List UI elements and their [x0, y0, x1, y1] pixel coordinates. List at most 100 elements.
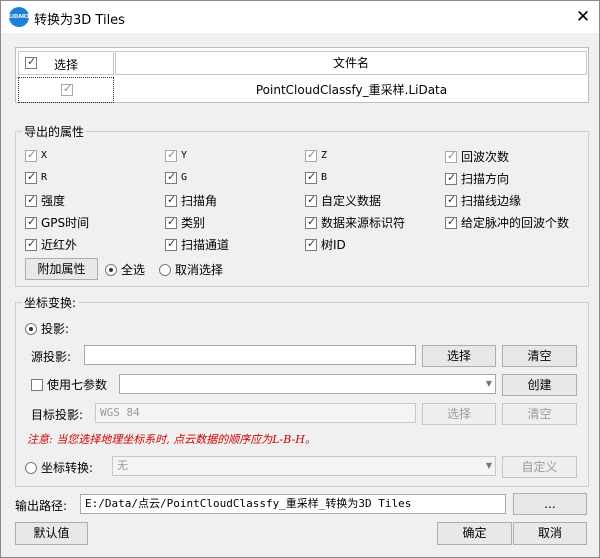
row-checkbox[interactable] [61, 82, 73, 96]
attribute-label: 扫描角 [181, 194, 218, 208]
attribute-checkbox-box[interactable] [445, 149, 457, 163]
attribute-label: Z [321, 150, 328, 161]
attribute-checkbox[interactable]: R [25, 170, 47, 184]
default-button[interactable]: 默认值 [15, 522, 88, 545]
target-projection-label: 目标投影: [31, 408, 84, 422]
seven-param-box[interactable] [31, 378, 43, 391]
attribute-checkbox-box[interactable] [305, 170, 317, 184]
attribute-checkbox-box[interactable] [25, 170, 37, 184]
attribute-checkbox[interactable]: X [25, 148, 47, 162]
attribute-checkbox[interactable]: Y [165, 148, 187, 162]
attribute-label: 近红外 [41, 238, 78, 252]
projection-radio-dot[interactable] [25, 322, 37, 335]
attribute-checkbox-box[interactable] [165, 170, 177, 184]
attribute-label: G [181, 172, 188, 183]
attribute-label: 数据来源标识符 [321, 216, 406, 230]
attribute-checkbox-box[interactable] [25, 148, 37, 162]
attribute-checkbox-box[interactable] [445, 171, 457, 185]
select-all-label: 全选 [121, 263, 146, 277]
attribute-checkbox[interactable]: B [305, 170, 327, 184]
attribute-checkbox-box[interactable] [445, 193, 457, 207]
custom-button[interactable]: 自定义 [502, 456, 577, 478]
output-path-label: 输出路径: [15, 499, 68, 513]
attribute-checkbox-box[interactable] [165, 237, 177, 251]
attribute-checkbox-box[interactable] [305, 215, 317, 229]
attribute-checkbox[interactable]: 扫描线边缘 [445, 192, 521, 209]
attribute-checkbox[interactable]: 强度 [25, 192, 65, 209]
attribute-label: 强度 [41, 194, 66, 208]
ok-button[interactable]: 确定 [437, 522, 512, 545]
add-attribute-button[interactable]: 附加属性 [25, 258, 98, 280]
seven-param-combo[interactable]: ▼ [119, 374, 496, 394]
chevron-down-icon: ▼ [485, 461, 492, 470]
geographic-note: 注意: 当您选择地理坐标系时, 点云数据的顺序应为L-B-H。 [27, 433, 316, 446]
attribute-label: GPS时间 [41, 216, 90, 230]
attribute-checkbox[interactable]: 扫描通道 [165, 236, 229, 253]
attribute-label: 自定义数据 [321, 194, 382, 208]
attribute-checkbox[interactable]: 自定义数据 [305, 192, 381, 209]
attribute-checkbox[interactable]: 扫描方向 [445, 170, 509, 187]
transform-combo[interactable]: 无 ▼ [112, 456, 496, 476]
output-path-input[interactable]: E:/Data/点云/PointCloudClassfy_重采样_转换为3D T… [80, 494, 506, 514]
grid-header-select-label: 选择 [54, 58, 79, 72]
attribute-checkbox[interactable]: 扫描角 [165, 192, 217, 209]
attribute-checkbox-box[interactable] [305, 237, 317, 251]
source-clear-button[interactable]: 清空 [502, 345, 577, 367]
deselect-radio[interactable]: 取消选择 [159, 261, 223, 278]
select-all-radio[interactable]: 全选 [105, 261, 145, 278]
projection-radio[interactable]: 投影: [25, 320, 69, 337]
attribute-checkbox[interactable]: 树ID [305, 236, 346, 253]
attribute-label: Y [181, 150, 188, 161]
attribute-checkbox[interactable]: GPS时间 [25, 214, 89, 231]
attribute-checkbox[interactable]: 给定脉冲的回波个数 [445, 214, 569, 231]
attribute-checkbox[interactable]: Z [305, 148, 327, 162]
target-projection-input[interactable]: WGS 84 [95, 403, 416, 423]
projection-label: 投影: [41, 322, 70, 336]
source-select-button[interactable]: 选择 [422, 345, 496, 367]
file-grid: 选择 文件名 PointCloudClassfy_重采样.LiData [15, 47, 589, 103]
attribute-label: X [41, 150, 48, 161]
attribute-checkbox-box[interactable] [165, 193, 177, 207]
attribute-label: 扫描线边缘 [461, 194, 522, 208]
grid-header-filename[interactable]: 文件名 [115, 51, 587, 75]
cancel-button[interactable]: 取消 [513, 522, 587, 545]
deselect-radio-dot[interactable] [159, 263, 171, 276]
row-select-cell[interactable] [18, 77, 114, 103]
attribute-checkbox-box[interactable] [445, 215, 457, 229]
table-row[interactable]: PointCloudClassfy_重采样.LiData [18, 77, 588, 103]
attribute-checkbox-box[interactable] [165, 215, 177, 229]
close-icon[interactable]: ✕ [571, 5, 595, 29]
attribute-checkbox[interactable]: G [165, 170, 187, 184]
select-all-radio-dot[interactable] [105, 263, 117, 276]
attribute-checkbox-box[interactable] [305, 193, 317, 207]
create-button[interactable]: 创建 [502, 374, 577, 396]
attribute-label: 扫描通道 [181, 238, 230, 252]
attributes-legend: 导出的属性 [24, 125, 85, 139]
transform-radio-dot[interactable] [25, 461, 37, 474]
transform-label: 坐标转换: [41, 461, 94, 475]
attribute-checkbox-box[interactable] [25, 237, 37, 251]
target-clear-button[interactable]: 清空 [502, 403, 577, 425]
coord-legend: 坐标变换: [24, 296, 77, 310]
select-all-header-checkbox[interactable] [25, 55, 37, 69]
attribute-checkbox[interactable]: 近红外 [25, 236, 77, 253]
attribute-label: 扫描方向 [461, 172, 510, 186]
attribute-label: 类别 [181, 216, 206, 230]
seven-param-checkbox[interactable]: 使用七参数 [31, 376, 107, 393]
attribute-checkbox[interactable]: 回波次数 [445, 148, 509, 165]
attribute-label: B [321, 172, 328, 183]
grid-header-select[interactable]: 选择 [18, 51, 114, 75]
chevron-down-icon: ▼ [485, 379, 492, 388]
attribute-checkbox-box[interactable] [25, 215, 37, 229]
attribute-checkbox[interactable]: 数据来源标识符 [305, 214, 405, 231]
source-projection-input[interactable] [84, 345, 416, 365]
attribute-checkbox-box[interactable] [25, 193, 37, 207]
attribute-label: 给定脉冲的回波个数 [461, 216, 570, 230]
browse-button[interactable]: ... [513, 493, 587, 515]
target-select-button[interactable]: 选择 [422, 403, 496, 425]
attribute-checkbox-box[interactable] [305, 148, 317, 162]
attribute-checkbox[interactable]: 类别 [165, 214, 205, 231]
deselect-label: 取消选择 [175, 263, 224, 277]
attribute-checkbox-box[interactable] [165, 148, 177, 162]
transform-radio[interactable]: 坐标转换: [25, 459, 93, 476]
